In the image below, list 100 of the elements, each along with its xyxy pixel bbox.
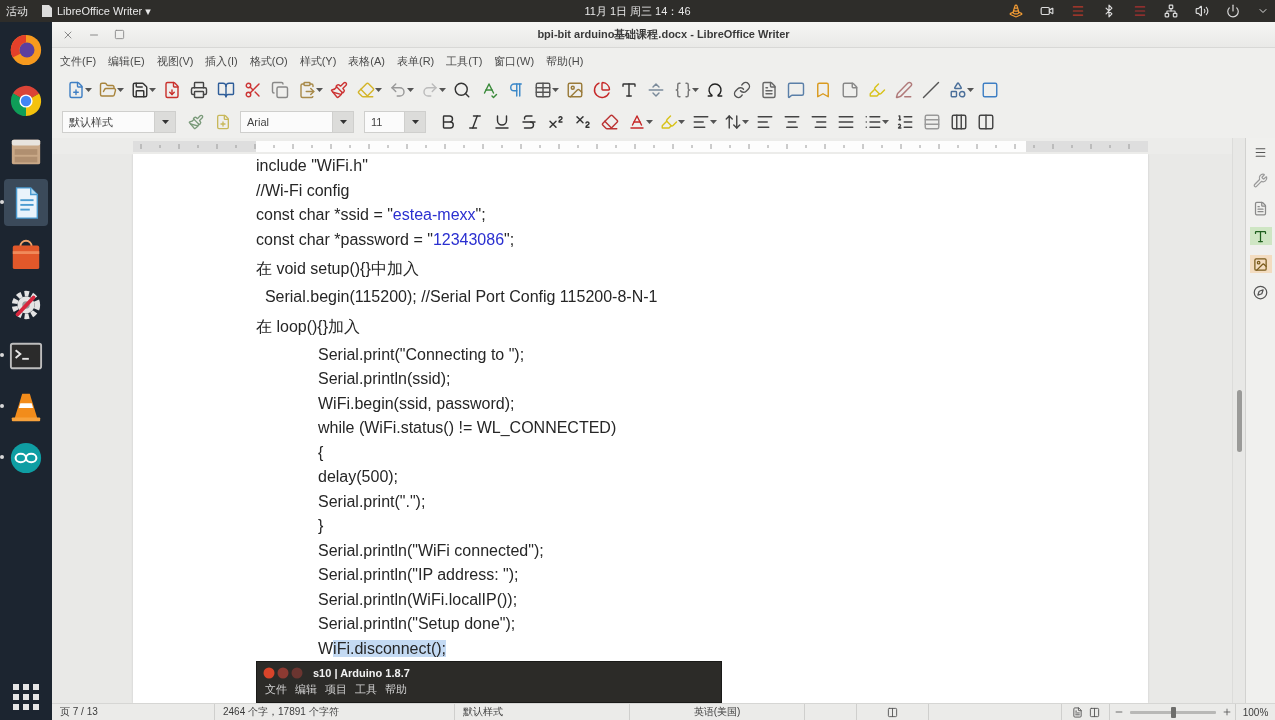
scrollbar[interactable] — [1232, 138, 1245, 703]
braces-icon[interactable] — [673, 81, 692, 99]
eraser-icon[interactable] — [600, 113, 619, 131]
browser-icon[interactable] — [9, 83, 43, 118]
folder-icon[interactable] — [98, 81, 117, 99]
menu-item[interactable]: 编辑 — [293, 682, 319, 697]
pie-chart-icon[interactable] — [592, 81, 611, 99]
zoom-in-icon[interactable] — [1221, 707, 1232, 717]
dropdown-button[interactable] — [404, 111, 426, 133]
page-icon[interactable] — [1253, 200, 1268, 216]
compass-icon[interactable] — [1253, 284, 1268, 300]
app-window-preview[interactable]: s10 | Arduino 1.8.7 文件 编辑 项目 工具 帮助 — [256, 661, 722, 703]
menu-icon[interactable] — [1254, 145, 1267, 159]
page-count[interactable]: 页 7 / 13 — [60, 705, 98, 719]
image-icon[interactable] — [565, 81, 584, 99]
save-icon[interactable] — [130, 81, 149, 99]
app-menu[interactable]: LibreOffice Writer ▾ — [57, 4, 151, 18]
menu-item[interactable]: 文件 — [263, 682, 289, 697]
columns-icon[interactable] — [949, 113, 968, 131]
copy-icon[interactable] — [270, 81, 289, 99]
page-style[interactable]: 默认样式 — [463, 705, 503, 719]
document-text-icon[interactable] — [759, 81, 778, 99]
single-page-view-icon[interactable] — [1071, 706, 1083, 718]
font-size-field[interactable]: 11 — [364, 111, 404, 133]
align-center-icon[interactable] — [782, 113, 801, 131]
strikethrough-icon[interactable] — [519, 113, 538, 131]
book-icon[interactable] — [216, 81, 235, 99]
caret-icon[interactable] — [646, 120, 653, 124]
paragraph-style-field[interactable]: 默认样式 — [62, 111, 154, 133]
multi-page-view-icon[interactable] — [1088, 706, 1100, 718]
caret-icon[interactable] — [967, 88, 974, 92]
link-icon[interactable] — [732, 81, 751, 99]
font-name-field[interactable]: Arial — [240, 111, 332, 133]
subscript-icon[interactable] — [573, 113, 592, 131]
superscript-icon[interactable] — [546, 113, 565, 131]
window-buttons-icon[interactable] — [263, 667, 303, 679]
numbered-list-icon[interactable] — [895, 113, 914, 131]
paintbrush-icon[interactable] — [329, 81, 348, 99]
align-justify-icon[interactable] — [836, 113, 855, 131]
font-color-icon[interactable] — [627, 113, 646, 131]
menu-item[interactable]: 视图(V) — [150, 50, 200, 72]
caret-icon[interactable] — [882, 120, 889, 124]
columns-icon[interactable] — [976, 113, 995, 131]
text-icon[interactable] — [1253, 228, 1268, 244]
menu-item[interactable]: 插入(I) — [199, 50, 244, 72]
menu-item[interactable]: 工具 — [353, 682, 379, 697]
align-left-icon[interactable] — [755, 113, 774, 131]
clipboard-icon[interactable] — [297, 81, 316, 99]
menu-item[interactable]: 样式(Y) — [293, 50, 343, 72]
network-icon[interactable] — [1164, 4, 1178, 18]
language[interactable]: 英语(美国) — [693, 705, 741, 719]
menu-item[interactable]: 格式(O) — [243, 50, 294, 72]
dropdown-button[interactable] — [154, 111, 176, 133]
caret-icon[interactable] — [85, 88, 92, 92]
line-icon[interactable] — [921, 81, 940, 99]
caret-icon[interactable] — [439, 88, 446, 92]
caret-icon[interactable] — [710, 120, 717, 124]
caret-icon[interactable] — [375, 88, 382, 92]
menu-item[interactable]: 表单(R) — [391, 50, 441, 72]
text-icon[interactable] — [619, 81, 638, 99]
menu-item[interactable]: 工具(T) — [440, 50, 489, 72]
align-right-icon[interactable] — [809, 113, 828, 131]
zoom-percent[interactable]: 100% — [1242, 706, 1269, 718]
caret-icon[interactable] — [149, 88, 156, 92]
menu-item[interactable]: 表格(A) — [342, 50, 391, 72]
caret-icon[interactable] — [678, 120, 685, 124]
caret-icon[interactable] — [552, 88, 559, 92]
search-icon[interactable] — [452, 81, 471, 99]
print-icon[interactable] — [189, 81, 208, 99]
square-icon[interactable] — [980, 81, 999, 99]
up-down-arrows-icon[interactable] — [723, 113, 742, 131]
pen-icon[interactable] — [894, 81, 913, 99]
file-plus-icon[interactable] — [66, 81, 85, 99]
comment-icon[interactable] — [786, 81, 805, 99]
caret-icon[interactable] — [742, 120, 749, 124]
traffic-cone-icon[interactable] — [1009, 4, 1023, 18]
file-download-icon[interactable] — [162, 81, 181, 99]
columns-icon[interactable] — [887, 706, 898, 718]
caret-icon[interactable] — [407, 88, 414, 92]
menu-item[interactable]: 文件(F) — [54, 50, 103, 72]
caret-icon[interactable] — [339, 120, 347, 124]
separator-icon[interactable] — [646, 81, 665, 99]
menu-item[interactable]: 帮助(H) — [540, 50, 590, 72]
caret-icon[interactable] — [117, 88, 124, 92]
video-camera-icon[interactable] — [1040, 4, 1054, 18]
volume-icon[interactable] — [1195, 4, 1209, 18]
underline-icon[interactable] — [492, 113, 511, 131]
app-grid-icon[interactable] — [13, 684, 39, 710]
table-icon[interactable] — [533, 81, 552, 99]
caret-icon[interactable] — [411, 120, 419, 124]
menu-item[interactable]: 帮助 — [383, 682, 409, 697]
list-icon[interactable] — [863, 113, 882, 131]
paintbrush-icon[interactable] — [187, 114, 204, 130]
omega-icon[interactable] — [705, 81, 724, 99]
align-left-icon[interactable] — [691, 113, 710, 131]
activities-button[interactable]: 活动 — [6, 3, 28, 19]
shapes-icon[interactable] — [948, 81, 967, 99]
infinity-icon[interactable] — [9, 440, 43, 475]
menu-item[interactable]: 项目 — [323, 682, 349, 697]
power-icon[interactable] — [1226, 4, 1240, 18]
